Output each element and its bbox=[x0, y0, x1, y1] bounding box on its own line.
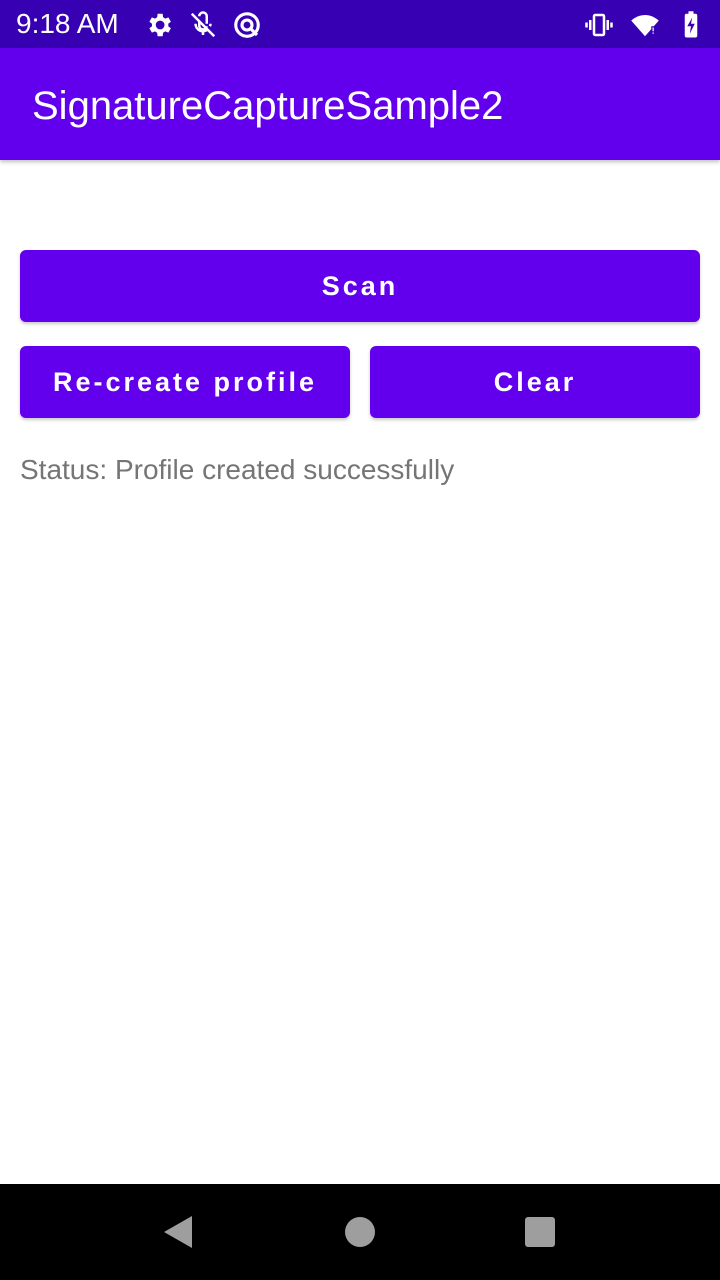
app-title: SignatureCaptureSample2 bbox=[32, 84, 504, 128]
recents-icon[interactable] bbox=[525, 1217, 555, 1247]
scan-button[interactable]: Scan bbox=[20, 250, 700, 322]
battery-charging-icon bbox=[684, 11, 698, 38]
navigation-bar bbox=[0, 1184, 720, 1280]
back-icon[interactable] bbox=[162, 1215, 194, 1249]
mic-off-icon bbox=[190, 11, 216, 38]
status-left-icons bbox=[144, 10, 262, 40]
gear-icon bbox=[149, 13, 171, 37]
status-right-icons bbox=[584, 10, 706, 40]
home-icon[interactable] bbox=[345, 1217, 375, 1247]
status-time: 9:18 AM bbox=[16, 8, 119, 39]
status-bar: 9:18 AM bbox=[0, 0, 720, 48]
app-bar: SignatureCaptureSample2 bbox=[0, 48, 720, 160]
wifi-icon bbox=[631, 15, 659, 37]
app-screen: 9:18 AM SignatureCaptureSample2 Scan Re-… bbox=[0, 0, 720, 1280]
vibrate-icon bbox=[585, 13, 613, 37]
data-saver-icon bbox=[234, 12, 260, 38]
status-text: Status: Profile created successfully bbox=[20, 454, 455, 485]
recreate-profile-button[interactable]: Re-create profile bbox=[20, 346, 350, 418]
clear-button[interactable]: Clear bbox=[370, 346, 700, 418]
